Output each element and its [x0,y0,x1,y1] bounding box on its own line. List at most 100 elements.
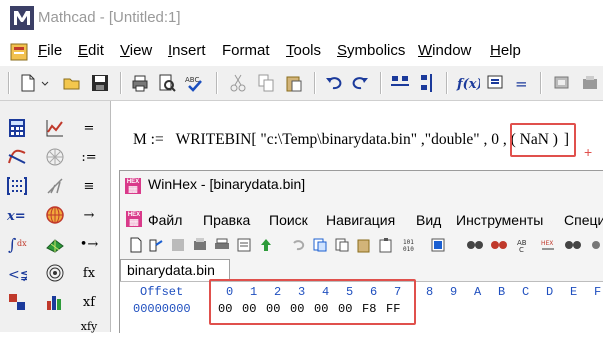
prefix-operator-button[interactable]: fx [76,260,102,286]
polar-plot-button[interactable] [42,144,68,170]
surface-plot-button[interactable] [42,231,68,257]
postfix-operator-button[interactable]: xf [76,289,102,315]
menubar: File Edit View Insert Format Tools Symbo… [0,36,603,67]
wh-more-icon[interactable] [590,237,602,253]
wh-menu-navigation[interactable]: Навигация [326,212,395,228]
menu-view[interactable]: View [120,42,152,59]
wh-copy-icon[interactable] [334,237,350,253]
wh-save-as-icon[interactable] [192,237,208,253]
contour-plot-icon [46,264,64,282]
wh-menu-special[interactable]: Специ [564,212,603,228]
insert-unit-icon[interactable] [486,73,506,93]
menu-format[interactable]: Format [222,42,270,59]
wh-menu-file[interactable]: Файл [148,212,182,228]
wh-save-icon[interactable] [170,237,186,253]
programming-palette-button[interactable] [4,289,30,315]
calculator-palette-button[interactable] [4,115,30,141]
wh-replace-hex-icon[interactable]: HEX [540,237,558,253]
document-icon[interactable] [10,43,28,61]
wh-find-hex-icon[interactable] [490,237,508,253]
insert-function-icon[interactable]: f(x) [456,73,480,93]
calculate-icon[interactable]: = [512,73,532,93]
menu-symbolics[interactable]: Symbolics [337,42,405,59]
calculus-palette-button[interactable]: x= [4,202,30,228]
winhex-toolbar: 101 010 AB C HEX [120,234,603,258]
print-preview-icon[interactable] [157,73,177,93]
wh-print-icon[interactable] [214,237,230,253]
mathcad-logo-icon [10,6,34,30]
hex-col-header: C [522,285,530,299]
bar-plot-button[interactable] [42,289,68,315]
wh-menu-view[interactable]: Вид [416,212,441,228]
wh-undo-icon[interactable] [290,237,306,253]
undo-icon[interactable] [324,73,344,93]
svg-text:=: = [515,75,528,93]
wh-open-icon[interactable] [148,237,164,253]
wh-menu-edit[interactable]: Правка [203,212,250,228]
menu-edit[interactable]: Edit [78,42,104,59]
menu-help[interactable]: Help [490,42,521,59]
graph-palette-button[interactable] [42,115,68,141]
wh-paste-icon[interactable] [356,237,372,253]
align-down-icon[interactable] [418,73,438,93]
wh-menu-search[interactable]: Поиск [269,212,308,228]
svg-text:dx: dx [17,239,27,248]
evaluation-palette-button[interactable] [4,144,30,170]
integral-icon: ∫ dx [8,235,27,254]
writebin-formula[interactable]: M := WRITEBIN[ "c:\Temp\binarydata.bin" … [133,131,569,149]
infix-operator-button[interactable]: xfy [76,313,102,339]
new-document-icon[interactable] [18,73,38,93]
formula-function-name: WRITEBIN [175,131,252,148]
wh-menu-tools[interactable]: Инструменты [456,212,543,228]
copy-icon[interactable] [256,73,276,93]
open-folder-icon[interactable] [62,73,82,93]
globe-plot-button[interactable] [42,202,68,228]
redo-icon[interactable] [350,73,370,93]
winhex-menubar: HEX ▓▓ Файл Правка Поиск Навигация Вид Ин… [120,206,603,234]
svg-text:f(x): f(x) [456,77,480,92]
menu-tools[interactable]: Tools [286,42,321,59]
paste-icon[interactable] [284,73,304,93]
bar-chart-icon [47,296,61,310]
winhex-title: WinHex - [binarydata.bin] [148,176,306,192]
menu-file[interactable]: File [38,42,62,59]
matrix-palette-button[interactable] [4,173,30,199]
globe-icon [46,206,64,224]
eval-equals-button[interactable]: = [76,115,102,141]
wh-upload-icon[interactable] [258,237,274,253]
svg-text:C: C [519,246,524,253]
menu-window[interactable]: Window [418,42,471,59]
svg-text:ABC: ABC [185,76,199,84]
save-icon[interactable] [90,73,110,93]
wh-find-text-icon[interactable] [466,237,484,253]
print-icon[interactable] [130,73,150,93]
hex-col-header: F [594,285,602,299]
component-icon[interactable] [552,73,572,93]
resource-icon[interactable] [580,73,600,93]
global-define-button[interactable]: ≡ [76,173,102,199]
wh-replace-text-icon[interactable]: ABC [516,237,534,253]
wh-search-again-icon[interactable] [564,237,582,253]
bytes-highlight-box [209,279,416,325]
spell-check-icon[interactable]: ABC [184,73,204,93]
winhex-doc-icon[interactable]: HEX ▓▓ [126,211,142,227]
symbolic-eval-button[interactable]: → [76,202,102,228]
align-across-icon[interactable] [390,73,410,93]
wh-paste-special-icon[interactable] [378,237,394,253]
wh-cut-icon[interactable] [312,237,328,253]
contour-plot-button[interactable] [42,260,68,286]
vector-field-button[interactable] [42,173,68,199]
chevron-down-icon[interactable] [40,73,50,93]
menu-insert[interactable]: Insert [168,42,206,59]
cut-icon[interactable] [228,73,248,93]
wh-binary-icon[interactable]: 101010 [402,237,422,253]
boolean-palette-button[interactable]: <≨ [4,260,30,286]
svg-text:010: 010 [403,246,414,253]
wh-fill-icon[interactable] [430,237,446,253]
hex-col-header: D [546,285,554,299]
define-button[interactable]: := [76,144,102,170]
keyword-eval-button[interactable]: •→ [76,231,102,257]
wh-properties-icon[interactable] [236,237,252,253]
wh-new-icon[interactable] [128,237,144,253]
integral-palette-button[interactable]: ∫ dx [4,231,30,257]
